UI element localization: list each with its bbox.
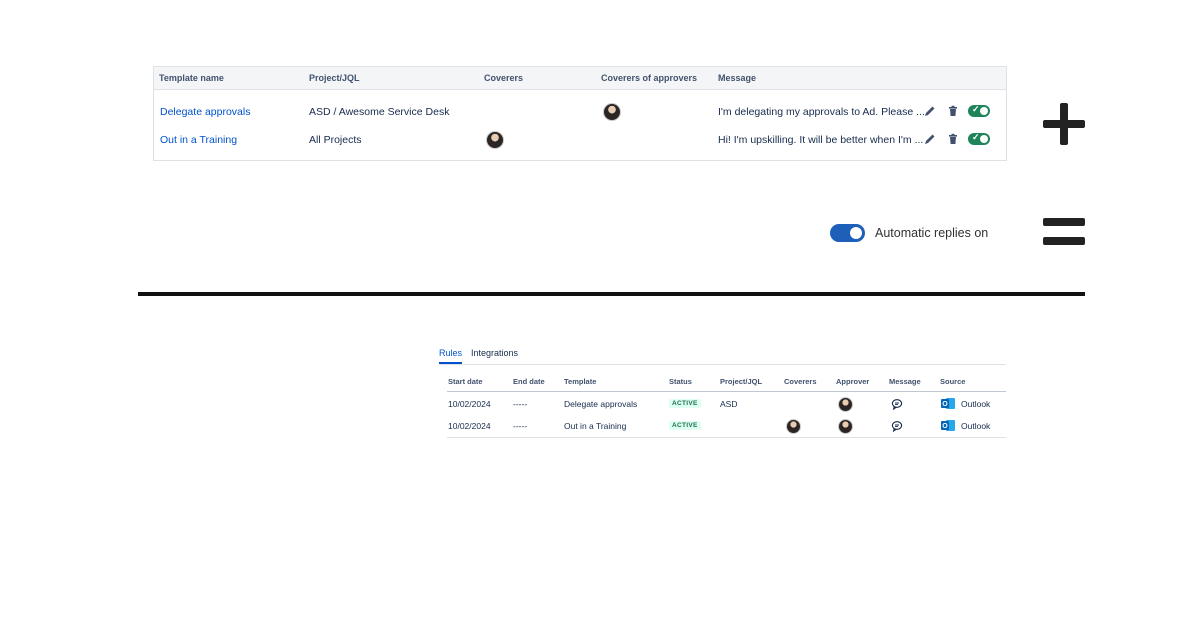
header-template-name: Template name — [159, 73, 224, 83]
start-date-cell: 10/02/2024 — [448, 399, 491, 409]
message-cell: I'm delegating my approvals to Ad. Pleas… — [718, 106, 925, 118]
header-message: Message — [718, 73, 757, 83]
template-toggle[interactable]: ✓ — [968, 104, 990, 117]
header-approver: Approver — [836, 377, 870, 386]
source-cell: Outlook — [961, 421, 991, 431]
tabs-divider — [439, 364, 1006, 365]
end-date-cell: ----- — [513, 399, 528, 409]
template-name-link[interactable]: Delegate approvals — [160, 106, 250, 118]
status-badge: ACTIVE — [669, 421, 701, 430]
header-status: Status — [669, 377, 692, 386]
trash-icon[interactable] — [946, 104, 960, 118]
divider — [138, 292, 1085, 296]
equals-icon-bar — [1043, 237, 1085, 245]
pencil-icon[interactable] — [923, 104, 937, 118]
tab-rules[interactable]: Rules — [439, 348, 463, 364]
outlook-icon: O — [941, 420, 955, 431]
template-toggle[interactable]: ✓ — [968, 132, 990, 145]
avatar — [838, 397, 853, 412]
svg-text:O: O — [942, 423, 948, 430]
avatar — [486, 131, 504, 149]
header-coverers-of-approvers: Coverers of approvers — [601, 73, 698, 83]
status-badge: ACTIVE — [669, 399, 701, 408]
outlook-icon: O — [941, 398, 955, 409]
templates-table: Template name Project/JQL Coverers Cover… — [153, 66, 1007, 161]
message-icon[interactable] — [891, 420, 903, 432]
avatar — [786, 419, 801, 434]
header-coverers: Coverers — [484, 73, 524, 83]
equals-icon — [1043, 218, 1085, 226]
header-end-date: End date — [513, 377, 545, 386]
rules-table-bottom-border — [447, 437, 1006, 438]
plus-icon — [1043, 103, 1085, 145]
trash-icon[interactable] — [946, 132, 960, 146]
source-cell: Outlook — [961, 399, 991, 409]
rules-header-divider — [447, 391, 1006, 392]
template-cell: Out in a Training — [564, 421, 627, 431]
pencil-icon[interactable] — [923, 132, 937, 146]
tab-integrations[interactable]: Integrations — [471, 348, 518, 358]
message-cell: Hi! I'm upskilling. It will be better wh… — [718, 134, 924, 146]
template-cell: Delegate approvals — [564, 399, 638, 409]
avatar — [838, 419, 853, 434]
table-row: Delegate approvals ASD / Awesome Service… — [154, 99, 1006, 125]
table-row: Out in a Training All Projects Hi! I'm u… — [154, 127, 1006, 153]
avatar — [603, 103, 621, 121]
header-template: Template — [564, 377, 597, 386]
message-icon[interactable] — [891, 398, 903, 410]
end-date-cell: ----- — [513, 421, 528, 431]
templates-table-header: Template name Project/JQL Coverers Cover… — [154, 67, 1006, 90]
svg-text:O: O — [942, 401, 948, 408]
automatic-replies-toggle[interactable] — [830, 224, 865, 242]
header-project-jql: Project/JQL — [309, 73, 360, 83]
header-message: Message — [889, 377, 921, 386]
header-start-date: Start date — [448, 377, 483, 386]
header-project-jql: Project/JQL — [720, 377, 763, 386]
template-name-link[interactable]: Out in a Training — [160, 134, 237, 146]
start-date-cell: 10/02/2024 — [448, 421, 491, 431]
automatic-replies-label: Automatic replies on — [875, 226, 989, 240]
header-source: Source — [940, 377, 966, 386]
project-cell: ASD / Awesome Service Desk — [309, 106, 450, 118]
project-cell: All Projects — [309, 134, 362, 146]
project-cell: ASD — [720, 399, 738, 409]
header-coverers: Coverers — [784, 377, 817, 386]
